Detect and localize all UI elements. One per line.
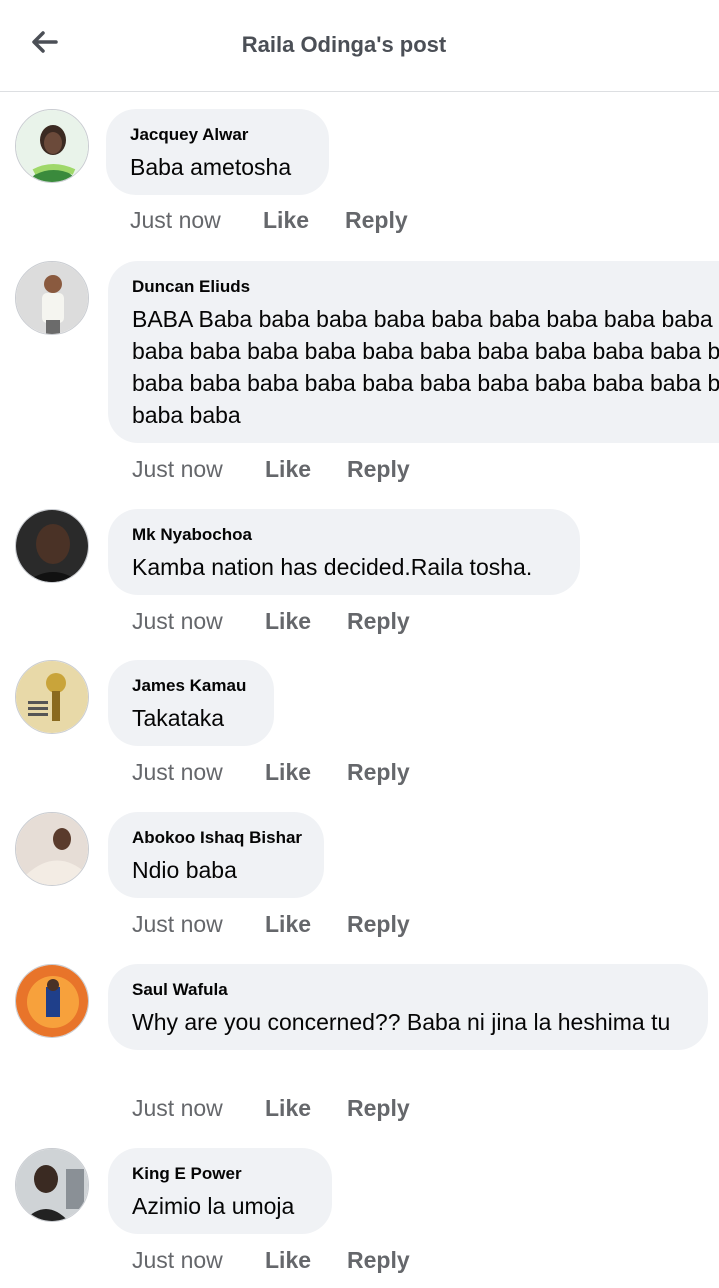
comment-text: Azimio la umoja xyxy=(132,1193,295,1219)
comment-actions: Just now Like Reply xyxy=(132,456,410,483)
comment-time: Just now xyxy=(132,456,223,482)
comment-bubble[interactable]: Jacquey Alwar Baba ametosha xyxy=(106,109,329,195)
comments-page: Raila Odinga's post Jacquey Alwar Baba a… xyxy=(0,0,719,1288)
comment-text-line: BABA Baba baba baba baba baba baba baba … xyxy=(132,306,719,332)
like-button[interactable]: Like xyxy=(265,759,347,786)
comment-time: Just now xyxy=(130,207,221,233)
comment-time: Just now xyxy=(132,608,223,634)
comment-bubble[interactable]: Saul Wafula Why are you concerned?? Baba… xyxy=(108,964,708,1050)
comment-bubble[interactable]: Mk Nyabochoa Kamba nation has decided.Ra… xyxy=(108,509,580,595)
reply-button[interactable]: Reply xyxy=(347,456,410,483)
comment-author[interactable]: King E Power xyxy=(132,1164,308,1184)
like-button[interactable]: Like xyxy=(265,1247,347,1274)
avatar[interactable] xyxy=(15,964,89,1038)
comment-author[interactable]: Mk Nyabochoa xyxy=(132,525,556,545)
comment-text-line: baba baba baba baba baba baba baba baba … xyxy=(132,338,719,364)
reply-button[interactable]: Reply xyxy=(347,1247,410,1274)
comment-author[interactable]: Abokoo Ishaq Bishar xyxy=(132,828,302,848)
comment-time: Just now xyxy=(132,1095,223,1121)
comment-actions: Just now Like Reply xyxy=(132,911,410,938)
comment-author[interactable]: James Kamau xyxy=(132,676,250,696)
comment-text: Why are you concerned?? Baba ni jina la … xyxy=(132,1009,671,1035)
top-bar: Raila Odinga's post xyxy=(0,0,719,92)
comment-text: Ndio baba xyxy=(132,857,237,883)
comment-text: Baba ametosha xyxy=(130,154,292,180)
comment-author[interactable]: Duncan Eliuds xyxy=(132,277,719,297)
comment-actions: Just now Like Reply xyxy=(132,1095,410,1122)
comment-bubble[interactable]: King E Power Azimio la umoja xyxy=(108,1148,332,1234)
comment-actions: Just now Like Reply xyxy=(130,207,408,234)
reply-button[interactable]: Reply xyxy=(347,911,410,938)
like-button[interactable]: Like xyxy=(263,207,345,234)
avatar[interactable] xyxy=(15,812,89,886)
comment-time: Just now xyxy=(132,1247,223,1273)
comment-text: Takataka xyxy=(132,705,225,731)
comment-bubble[interactable]: Duncan Eliuds BABA Baba baba baba baba b… xyxy=(108,261,719,443)
reply-button[interactable]: Reply xyxy=(345,207,408,234)
comment-author[interactable]: Jacquey Alwar xyxy=(130,125,305,145)
comment-actions: Just now Like Reply xyxy=(132,1247,410,1274)
like-button[interactable]: Like xyxy=(265,911,347,938)
avatar[interactable] xyxy=(15,660,89,734)
reply-button[interactable]: Reply xyxy=(347,759,410,786)
like-button[interactable]: Like xyxy=(265,456,347,483)
avatar[interactable] xyxy=(15,261,89,335)
comment-time: Just now xyxy=(132,911,223,937)
like-button[interactable]: Like xyxy=(265,1095,347,1122)
comment-text-line: baba baba baba baba baba baba baba baba … xyxy=(132,370,719,396)
avatar[interactable] xyxy=(15,509,89,583)
comment-actions: Just now Like Reply xyxy=(132,759,410,786)
page-title: Raila Odinga's post xyxy=(241,32,447,57)
avatar[interactable] xyxy=(15,109,89,183)
comment-bubble[interactable]: James Kamau Takataka xyxy=(108,660,274,746)
comment-actions: Just now Like Reply xyxy=(132,608,410,635)
avatar[interactable] xyxy=(15,1148,89,1222)
comment-author[interactable]: Saul Wafula xyxy=(132,980,684,1000)
comment-text-line: baba baba xyxy=(132,402,241,428)
like-button[interactable]: Like xyxy=(265,608,347,635)
comment-text: Kamba nation has decided.Raila tosha. xyxy=(132,554,533,580)
comment-bubble[interactable]: Abokoo Ishaq Bishar Ndio baba xyxy=(108,812,324,898)
reply-button[interactable]: Reply xyxy=(347,1095,410,1122)
reply-button[interactable]: Reply xyxy=(347,608,410,635)
comment-time: Just now xyxy=(132,759,223,785)
